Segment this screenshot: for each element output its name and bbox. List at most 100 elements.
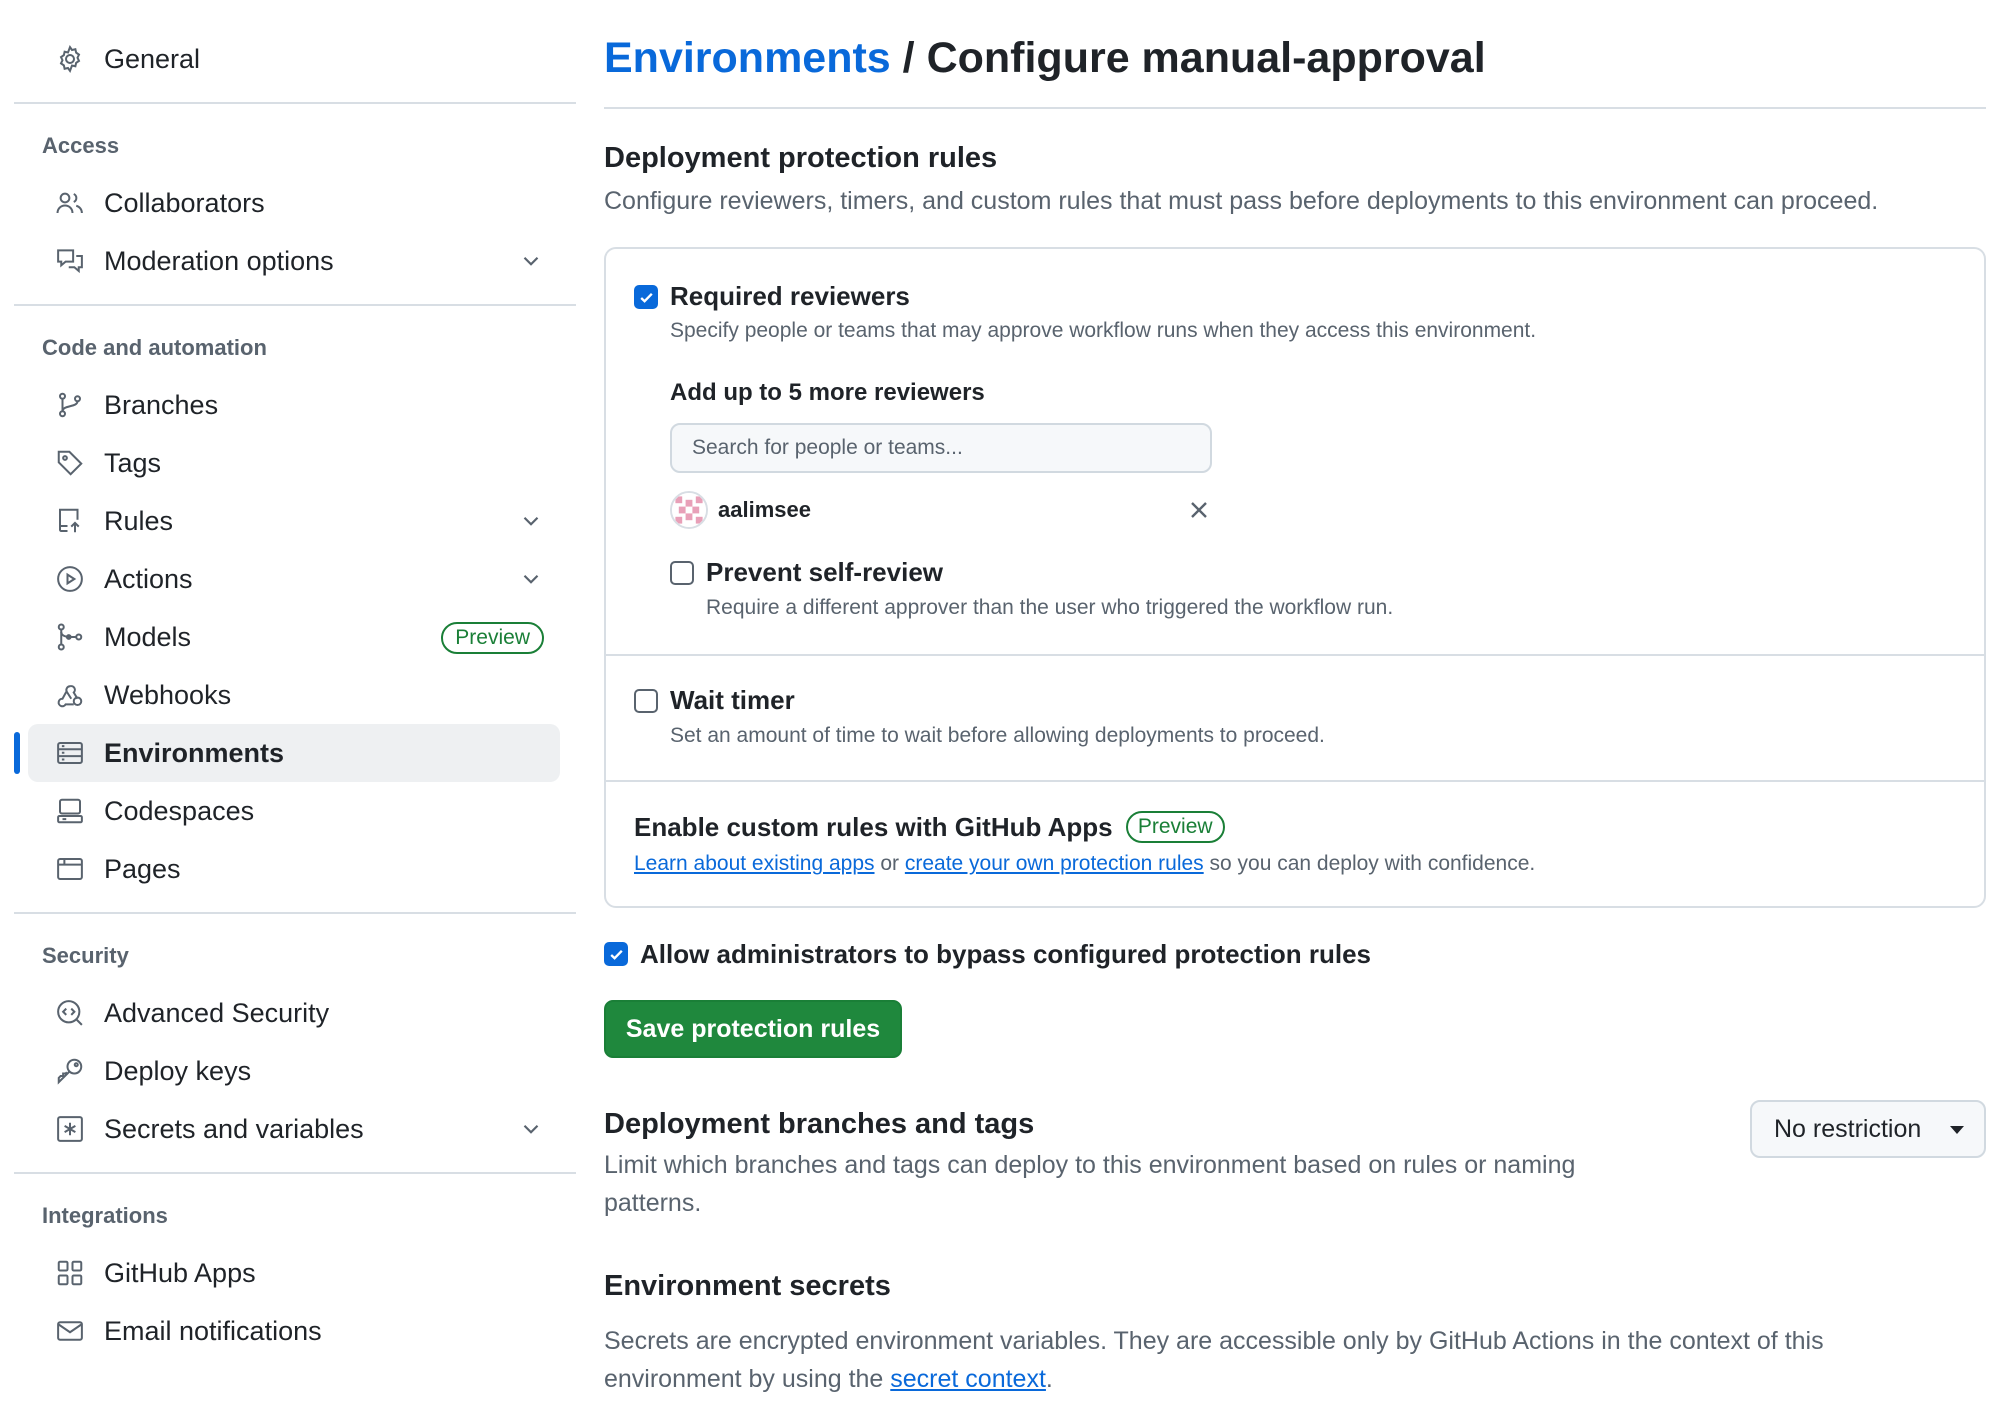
sidebar-item-environments[interactable]: Environments [14,724,560,782]
divider [606,780,1984,782]
sidebar-item-models[interactable]: Models Preview [28,608,560,666]
prevent-self-review-label[interactable]: Prevent self-review [706,557,943,588]
models-icon [54,621,86,653]
dropdown-value: No restriction [1774,1114,1922,1143]
browser-icon [54,853,86,885]
sidebar-item-label: Actions [104,563,193,594]
secret-context-link[interactable]: secret context [890,1365,1046,1393]
settings-sidebar: General Access Collaborators Moderation … [14,30,576,1360]
webhook-icon [54,679,86,711]
wait-timer-label[interactable]: Wait timer [670,685,795,716]
git-branch-icon [54,389,86,421]
custom-rules-description: Learn about existing apps or create your… [634,852,1535,876]
key-icon [54,1055,86,1087]
sidebar-item-label: Deploy keys [104,1055,252,1086]
protection-rules-description: Configure reviewers, timers, and custom … [604,187,1879,215]
sidebar-item-label: Moderation options [104,245,334,276]
custom-rules-heading: Enable custom rules with GitHub Apps Pre… [634,811,1225,845]
section-heading-code-automation: Code and automation [42,335,267,360]
chevron-down-icon[interactable] [518,566,544,592]
wait-timer-description: Set an amount of time to wait before all… [670,724,1325,747]
required-reviewers-label[interactable]: Required reviewers [670,281,910,312]
sidebar-item-advanced-security[interactable]: Advanced Security [28,984,560,1042]
required-reviewers-checkbox[interactable] [634,285,658,309]
sidebar-item-label: Branches [104,389,219,420]
codescan-icon [54,997,86,1029]
sidebar-item-label: Rules [104,505,174,536]
sidebar-item-label: Secrets and variables [104,1113,364,1144]
remove-reviewer-button[interactable] [1184,495,1214,525]
sidebar-item-secrets-variables[interactable]: Secrets and variables [28,1100,560,1158]
preview-badge: Preview [441,622,544,654]
divider [604,107,1986,109]
or-text: or [874,852,905,875]
divider [606,654,1984,656]
sidebar-item-label: Codespaces [104,795,255,826]
sidebar-item-github-apps[interactable]: GitHub Apps [28,1244,560,1302]
prevent-self-review-description: Require a different approver than the us… [706,596,1394,619]
chevron-down-icon[interactable] [518,1116,544,1142]
page-title: Environments / Configure manual-approval [604,34,1486,83]
gear-icon [54,43,86,75]
sidebar-item-tags[interactable]: Tags [28,434,560,492]
avatar [670,491,708,529]
wait-timer-checkbox[interactable] [634,689,658,713]
secrets-description-text: Secrets are encrypted environment variab… [604,1327,1824,1393]
sidebar-item-label: Environments [104,737,285,768]
create-protection-rules-link[interactable]: create your own protection rules [905,852,1204,875]
people-icon [54,187,86,219]
sidebar-item-codespaces[interactable]: Codespaces [28,782,560,840]
caret-down-icon [1950,1126,1964,1134]
custom-rules-label: Enable custom rules with GitHub Apps [634,812,1113,842]
sidebar-item-label: Models [104,621,192,652]
comment-discussion-icon [54,245,86,277]
asterisk-icon [54,1113,86,1145]
divider [14,102,576,104]
divider [14,912,576,914]
sidebar-item-label: Advanced Security [104,997,330,1028]
sidebar-item-label: Pages [104,853,181,884]
sidebar-item-branches[interactable]: Branches [28,376,560,434]
close-icon [1191,502,1207,518]
reviewer-name: aalimsee [718,497,811,522]
required-reviewers-description: Specify people or teams that may approve… [670,319,1537,342]
section-heading-access: Access [42,133,120,158]
chevron-down-icon[interactable] [518,508,544,534]
sidebar-item-label: Webhooks [104,679,232,710]
sidebar-item-rules[interactable]: Rules [28,492,560,550]
sidebar-item-label: GitHub Apps [104,1257,256,1288]
section-heading-security: Security [42,943,129,968]
reviewer-search-input[interactable] [670,423,1212,473]
sidebar-item-moderation-options[interactable]: Moderation options [28,232,560,290]
breadcrumb-environments-link[interactable]: Environments [604,34,891,82]
breadcrumb-separator: / [890,34,927,82]
sidebar-item-actions[interactable]: Actions [28,550,560,608]
admin-bypass-label[interactable]: Allow administrators to bypass configure… [640,939,1371,970]
save-protection-rules-button[interactable]: Save protection rules [604,1000,902,1058]
sidebar-item-label: Email notifications [104,1315,322,1346]
chevron-down-icon[interactable] [518,248,544,274]
deployment-branches-heading: Deployment branches and tags [604,1108,1035,1140]
branch-restriction-dropdown[interactable]: No restriction [1750,1100,1986,1158]
protection-rules-heading: Deployment protection rules [604,142,998,174]
sidebar-item-label: General [104,43,201,74]
sidebar-item-collaborators[interactable]: Collaborators [28,174,560,232]
environment-secrets-heading: Environment secrets [604,1270,891,1302]
play-icon [54,563,86,595]
secrets-description-end: . [1045,1365,1053,1393]
sidebar-item-email-notifications[interactable]: Email notifications [28,1302,560,1360]
tag-icon [54,447,86,479]
section-heading-integrations: Integrations [42,1203,168,1228]
sidebar-item-deploy-keys[interactable]: Deploy keys [28,1042,560,1100]
divider [14,304,576,306]
learn-existing-apps-link[interactable]: Learn about existing apps [634,852,875,875]
sidebar-item-pages[interactable]: Pages [28,840,560,898]
divider [14,1172,576,1174]
apps-icon [54,1257,86,1289]
codespaces-icon [54,795,86,827]
sidebar-item-general[interactable]: General [28,30,560,88]
sidebar-item-webhooks[interactable]: Webhooks [28,666,560,724]
admin-bypass-checkbox[interactable] [604,942,628,966]
repo-push-icon [54,505,86,537]
prevent-self-review-checkbox[interactable] [670,561,694,585]
